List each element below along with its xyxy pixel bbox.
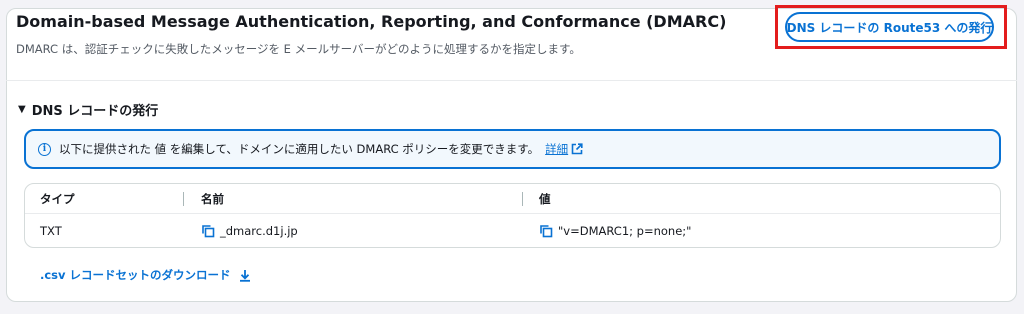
record-name-value: _dmarc.d1j.jp — [220, 224, 298, 238]
dns-records-section-toggle[interactable]: ▼ DNS レコードの発行 — [18, 100, 158, 119]
record-value-value: "v=DMARC1; p=none;" — [558, 224, 692, 238]
info-text: 以下に提供された 値 を編集して、ドメインに適用したい DMARC ポリシーを変… — [59, 142, 540, 156]
column-separator[interactable] — [522, 192, 523, 206]
table-row-divider — [25, 213, 1000, 214]
record-name-cell: _dmarc.d1j.jp — [201, 214, 298, 248]
learn-more-link[interactable]: 詳細 — [545, 141, 568, 157]
column-header-type: タイプ — [40, 191, 75, 206]
section-divider — [6, 80, 1017, 81]
page-title: Domain-based Message Authentication, Rep… — [16, 12, 727, 31]
copy-icon[interactable] — [539, 224, 553, 238]
record-value-cell: "v=DMARC1; p=none;" — [539, 214, 691, 248]
record-type-cell: TXT — [40, 224, 62, 238]
external-link-icon[interactable] — [571, 143, 583, 155]
column-header-value: 値 — [539, 191, 551, 206]
download-csv-label: .csv レコードセットのダウンロード — [40, 268, 231, 282]
column-header-name: 名前 — [201, 191, 224, 206]
caret-down-icon: ▼ — [18, 104, 26, 115]
page-description: DMARC は、認証チェックに失敗したメッセージを E メールサーバーがどのよう… — [16, 42, 581, 56]
download-icon — [239, 269, 250, 282]
column-separator[interactable] — [183, 192, 184, 206]
info-alert: i 以下に提供された 値 を編集して、ドメインに適用したい DMARC ポリシー… — [24, 129, 1001, 169]
info-icon: i — [38, 142, 51, 156]
publish-to-route53-button[interactable]: DNS レコードの Route53 への発行 — [785, 12, 994, 42]
learn-more-label: 詳細 — [545, 142, 569, 156]
dns-records-table: タイプ 名前 値 TXT _dmarc.d1j.jp "v=DMARC1; p=… — [24, 183, 1001, 248]
section-title: DNS レコードの発行 — [31, 104, 159, 119]
copy-icon[interactable] — [201, 224, 215, 238]
download-csv-link[interactable]: .csv レコードセットのダウンロード — [40, 267, 251, 283]
